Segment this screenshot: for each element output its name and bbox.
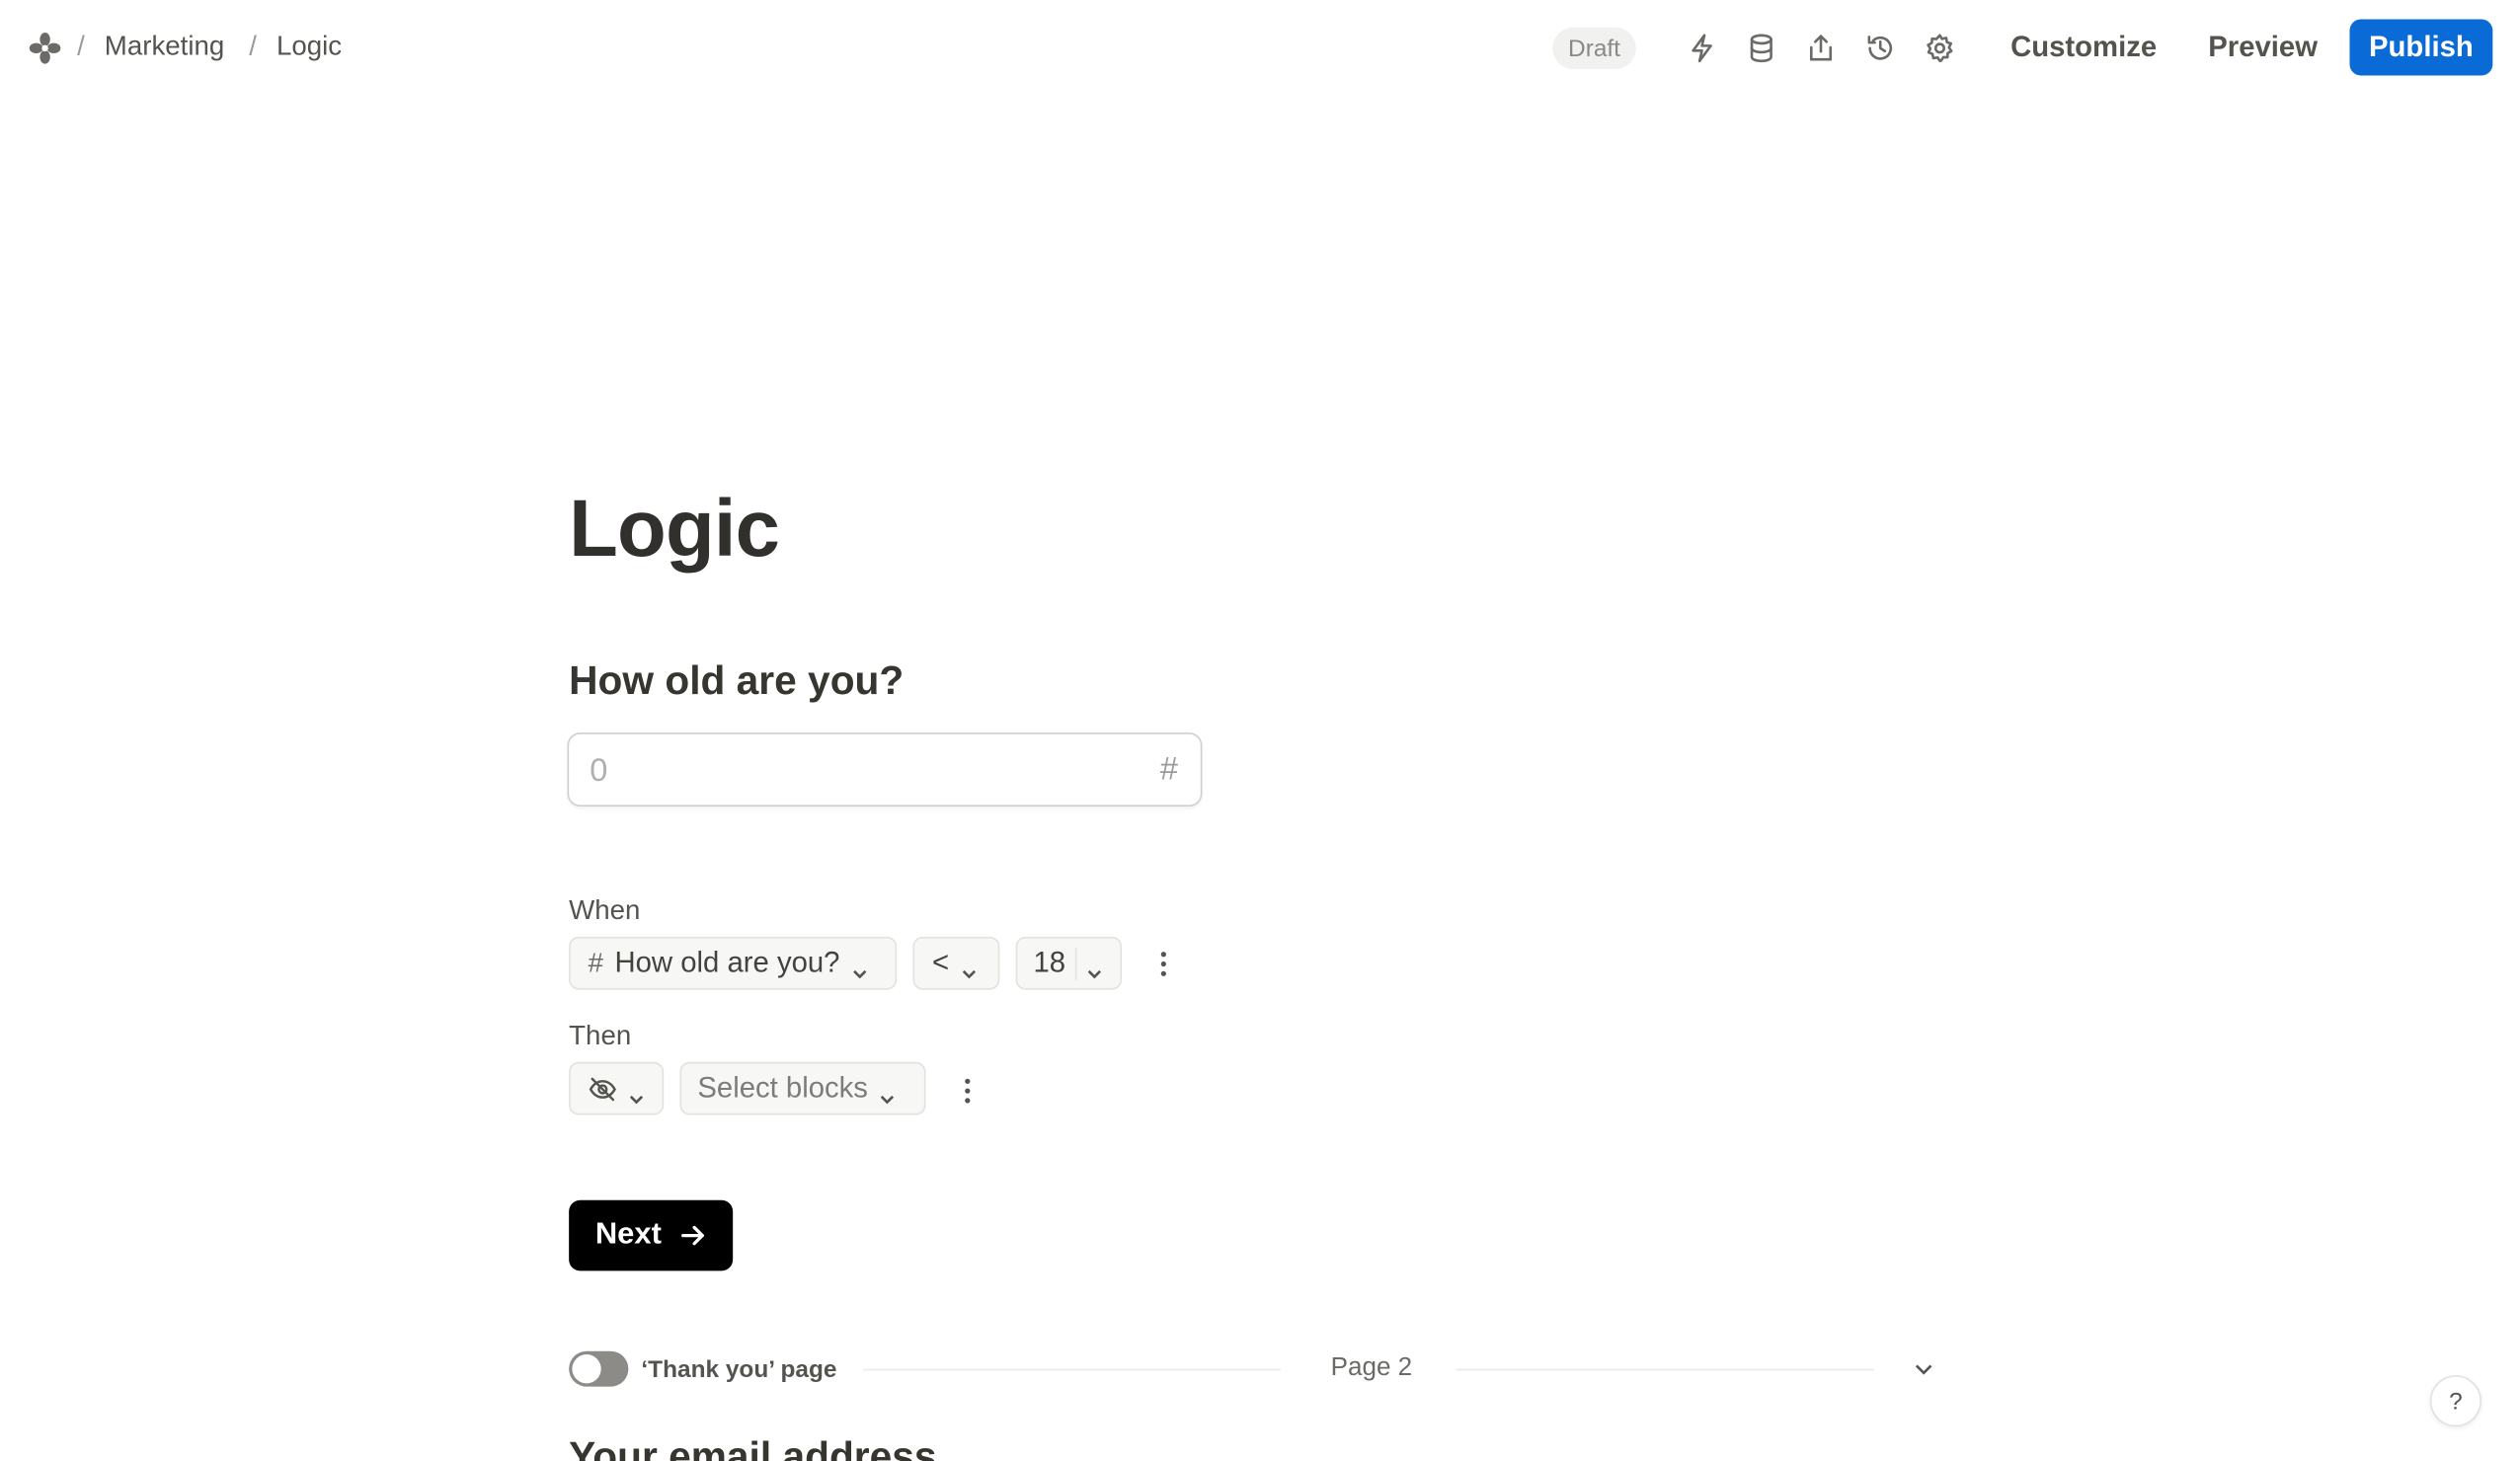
then-label: Then <box>569 1020 632 1051</box>
action-type-select[interactable] <box>569 1061 665 1115</box>
toggle-knob <box>572 1354 601 1384</box>
thank-you-label: ‘Thank you’ page <box>641 1355 837 1384</box>
next-section-title[interactable]: Your email address <box>569 1434 936 1461</box>
chevron-down-icon <box>1086 956 1102 978</box>
customize-button[interactable]: Customize <box>2010 31 2157 64</box>
question-label[interactable]: How old are you? <box>569 658 904 705</box>
divider <box>1074 947 1077 979</box>
chevron-down-icon <box>851 956 867 978</box>
status-badge: Draft <box>1552 27 1636 69</box>
input-placeholder: 0 <box>590 753 608 790</box>
history-icon[interactable] <box>1861 29 1900 67</box>
condition-value: 18 <box>1033 946 1066 979</box>
action-more-icon[interactable] <box>952 1075 984 1108</box>
divider-line <box>1456 1368 1874 1371</box>
database-icon[interactable] <box>1742 29 1780 67</box>
condition-value-select[interactable]: 18 <box>1015 936 1123 990</box>
divider-line <box>862 1368 1282 1371</box>
chevron-down-icon <box>628 1081 644 1104</box>
operator-label: < <box>931 946 950 979</box>
share-icon[interactable] <box>1801 29 1840 67</box>
select-blocks-dropdown[interactable]: Select blocks <box>679 1061 926 1115</box>
when-label: When <box>569 894 641 926</box>
arrow-right-icon <box>680 1225 704 1246</box>
condition-operator-select[interactable]: < <box>912 936 1000 990</box>
condition-field-label: How old are you? <box>614 946 840 979</box>
pinwheel-icon[interactable] <box>28 31 63 66</box>
preview-button[interactable]: Preview <box>2208 31 2318 64</box>
next-label: Next <box>594 1217 662 1252</box>
gear-icon[interactable] <box>1921 29 1959 67</box>
thank-you-toggle[interactable] <box>569 1350 629 1387</box>
top-bar: / Marketing / Logic Draft Customize Prev… <box>0 0 2520 97</box>
page-label[interactable]: Page 2 <box>1331 1354 1413 1383</box>
breadcrumb-marketing[interactable]: Marketing <box>105 31 224 63</box>
condition-more-icon[interactable] <box>1147 948 1180 980</box>
hash-icon: # <box>1159 751 1178 788</box>
chevron-down-icon <box>879 1081 895 1104</box>
breadcrumb-separator: / <box>249 30 257 61</box>
page-title[interactable]: Logic <box>569 482 780 575</box>
publish-button[interactable]: Publish <box>2349 19 2493 76</box>
eye-off-icon <box>589 1074 617 1103</box>
next-button[interactable]: Next <box>569 1199 734 1271</box>
hash-icon: # <box>588 947 604 978</box>
lightning-icon[interactable] <box>1683 29 1721 67</box>
breadcrumb-separator: / <box>77 30 85 61</box>
help-button[interactable]: ? <box>2429 1375 2481 1427</box>
condition-field-select[interactable]: # How old are you? <box>569 936 898 990</box>
chevron-down-icon[interactable] <box>1913 1357 1935 1380</box>
chevron-down-icon <box>960 956 976 978</box>
age-number-input[interactable]: 0 # <box>567 732 1203 807</box>
select-blocks-label: Select blocks <box>697 1071 868 1105</box>
breadcrumb-logic[interactable]: Logic <box>276 31 342 63</box>
